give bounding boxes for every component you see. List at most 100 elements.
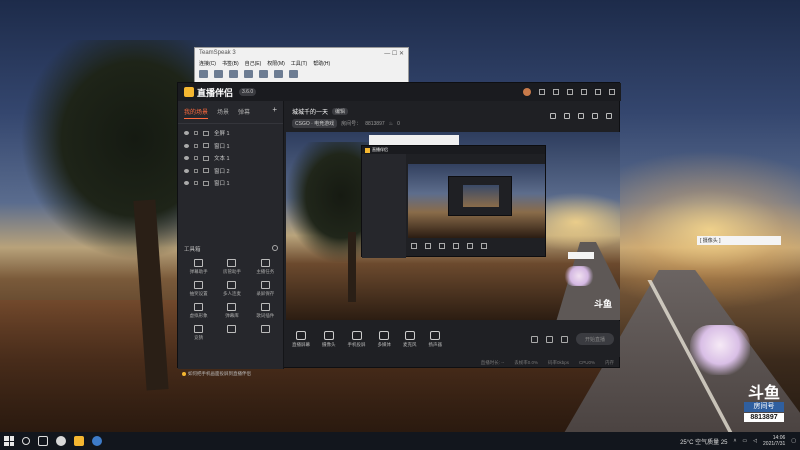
hint-text: 如何把手机画面投屏到直播伴侣 [188, 371, 251, 376]
hint-bar[interactable]: 如何把手机画面投屏到直播伴侣 [182, 371, 282, 377]
visibility-icon[interactable] [184, 131, 189, 136]
tool-more[interactable] [215, 325, 248, 341]
tool-record[interactable]: 录屏保存 [249, 281, 282, 297]
add-screen-button[interactable]: 直播屏幕 [292, 330, 310, 348]
tool-lottery[interactable]: 抽奖设置 [182, 281, 215, 297]
add-camera-button[interactable]: 摄像头 [322, 330, 336, 348]
room-title: 城城千的一天 [292, 110, 329, 116]
status-drop: 丢帧率0.0% [514, 359, 538, 365]
visibility-icon[interactable] [184, 168, 189, 173]
tool-lyrics[interactable]: 歌词插件 [249, 303, 282, 319]
tool-danmaku-helper[interactable]: 弹幕助手 [182, 259, 215, 275]
settings-icon[interactable] [553, 89, 559, 95]
notification-icon[interactable]: ▢ [791, 438, 796, 444]
visibility-icon[interactable] [184, 181, 189, 186]
tool-room-admin[interactable]: 房管助手 [215, 259, 248, 275]
speaker-icon[interactable] [259, 70, 268, 78]
tool-multi-link[interactable]: 多人连麦 [215, 281, 248, 297]
tab-scenes[interactable]: 场景 [217, 107, 229, 119]
tool-grid[interactable] [249, 325, 282, 341]
visibility-icon[interactable] [184, 156, 189, 161]
connect-icon[interactable] [199, 70, 208, 78]
video-icon[interactable] [531, 335, 538, 343]
preview-camera-box [568, 252, 594, 259]
chat-icon [194, 259, 204, 267]
tab-my-scenes[interactable]: 我的场景 [184, 107, 209, 119]
chrome-icon[interactable] [56, 436, 66, 446]
weather-widget[interactable]: 25°C 空气质量 25 [680, 437, 727, 446]
phone-icon [351, 330, 362, 340]
version-pill[interactable]: 3.6.0 [239, 88, 257, 96]
tool-label: 多人连麦 [222, 291, 241, 296]
category-pill[interactable]: CSGO · 电竞游戏 [292, 119, 338, 128]
clock[interactable]: 14:06 2021/7/31 [763, 435, 785, 447]
start-live-button[interactable]: 开始直播 [576, 333, 614, 345]
streaming-app-icon[interactable] [74, 436, 84, 446]
tool-danmaku-lib[interactable]: 弹幕库 [215, 303, 248, 319]
tool-virtual-avatar[interactable]: 虚拟形象 [182, 303, 215, 319]
close-icon[interactable] [609, 89, 615, 95]
ts-menu-help[interactable]: 帮助(H) [313, 60, 330, 67]
stream-preview[interactable]: 直播伴侣 斗鱼 [286, 132, 620, 320]
lock-icon[interactable] [194, 168, 198, 173]
ts-menu-permissions[interactable]: 权限(M) [267, 60, 285, 67]
maximize-icon[interactable] [595, 89, 601, 95]
lock-icon[interactable] [194, 131, 198, 136]
ts-menu-bookmarks[interactable]: 书签(B) [222, 60, 239, 67]
teamspeak-window-controls[interactable]: — ☐ ✕ [384, 50, 404, 57]
visibility-icon[interactable] [184, 143, 189, 148]
speaker-button[interactable]: 扬声器 [429, 330, 442, 348]
menu-icon[interactable] [567, 89, 573, 95]
gear-icon[interactable] [561, 335, 568, 343]
lock-icon[interactable] [194, 181, 198, 186]
toolbox-more-icon[interactable] [272, 245, 278, 251]
edit-button[interactable]: 编辑 [332, 108, 349, 115]
source-item[interactable]: 窗口 1 [184, 177, 277, 190]
chevron-up-icon[interactable]: ˄ [734, 438, 737, 444]
tool-host-tasks[interactable]: 主播任务 [249, 259, 282, 275]
tool-guess[interactable]: 竞猜 [182, 325, 215, 341]
ts-menu-self[interactable]: 自己(E) [245, 60, 262, 67]
box-icon[interactable] [578, 113, 584, 119]
windows-start-icon[interactable] [4, 436, 14, 446]
source-item[interactable]: 窗口 2 [184, 165, 277, 178]
teamspeak-icon[interactable] [92, 436, 102, 446]
teamspeak-window[interactable]: TeamSpeak 3 — ☐ ✕ 连接(C) 书签(B) 自己(E) 权限(M… [194, 47, 409, 83]
lock-icon[interactable] [194, 143, 198, 148]
message-icon[interactable] [539, 89, 545, 95]
share-icon[interactable] [606, 113, 612, 119]
bottom-tool-label: 多媒体 [377, 341, 392, 347]
source-item[interactable]: 文本 1 [184, 152, 277, 165]
source-item[interactable]: 窗口 1 [184, 140, 277, 153]
away-icon[interactable] [229, 70, 238, 78]
task-view-icon[interactable] [38, 436, 48, 446]
app-titlebar[interactable]: 直播伴侣 3.6.0 [178, 83, 621, 101]
minimize-icon[interactable] [581, 89, 587, 95]
lock-icon[interactable] [194, 156, 198, 161]
scene-tabs: 我的场景 场景 弹幕 + [178, 101, 283, 124]
eye-icon[interactable] [546, 335, 553, 343]
tab-danmaku[interactable]: 弹幕 [238, 107, 250, 119]
teamspeak-toolbar [195, 68, 408, 80]
contacts-icon[interactable] [289, 70, 298, 78]
user-avatar[interactable] [523, 88, 531, 96]
disconnect-icon[interactable] [214, 70, 223, 78]
teamspeak-titlebar[interactable]: TeamSpeak 3 — ☐ ✕ [195, 48, 408, 59]
shop-icon[interactable] [564, 113, 570, 119]
source-item[interactable]: 全屏 1 [184, 127, 277, 140]
window-controls [523, 88, 615, 96]
mic-icon[interactable] [244, 70, 253, 78]
volume-icon[interactable]: ◁ [753, 438, 757, 444]
add-scene-button[interactable]: + [272, 106, 277, 119]
ts-menu-tools[interactable]: 工具(T) [291, 60, 307, 67]
network-icon[interactable]: ▭ [742, 438, 747, 444]
mic-button[interactable]: 麦克风 [403, 330, 417, 348]
ts-menu-connect[interactable]: 连接(C) [199, 60, 216, 67]
gift-icon[interactable] [550, 113, 556, 119]
bookmark-icon[interactable] [274, 70, 283, 78]
add-phone-button[interactable]: 手机投屏 [348, 330, 366, 348]
tool-label: 弹幕库 [225, 313, 239, 318]
search-icon[interactable] [22, 437, 30, 445]
bell-icon[interactable] [592, 113, 598, 119]
add-media-button[interactable]: 多媒体 [377, 330, 392, 348]
